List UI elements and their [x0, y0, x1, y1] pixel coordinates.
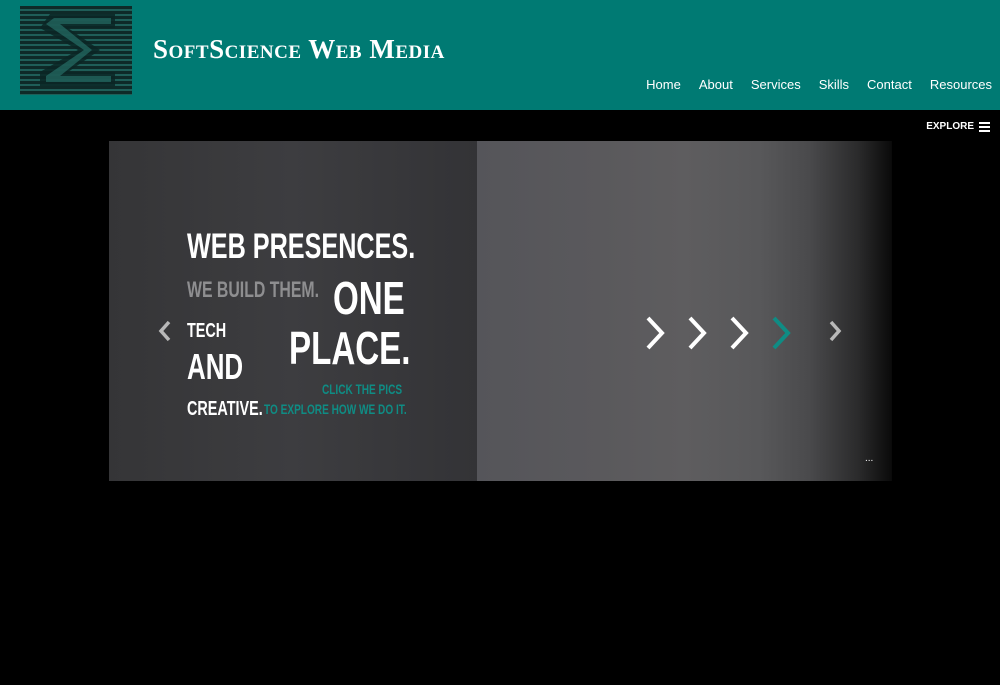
nav-home[interactable]: Home — [646, 77, 681, 92]
hamburger-menu-icon — [979, 121, 990, 132]
hero-slider: WEB PRESENCES. WE BUILD THEM. ONE TECH P… — [109, 141, 892, 481]
nav-skills[interactable]: Skills — [819, 77, 849, 92]
text-one: ONE — [333, 272, 405, 324]
site-logo[interactable] — [20, 6, 132, 95]
striped-s-logo-icon — [40, 14, 115, 86]
headline: WEB PRESENCES. — [187, 227, 416, 266]
nav-services[interactable]: Services — [751, 77, 801, 92]
explore-how-text: TO EXPLORE HOW WE DO IT. — [264, 401, 407, 417]
subline: WE BUILD THEM. — [187, 277, 319, 302]
slide-text-panel: WEB PRESENCES. WE BUILD THEM. ONE TECH P… — [109, 141, 477, 481]
text-tech: TECH — [187, 320, 227, 342]
text-place: PLACE. — [289, 322, 411, 374]
text-creative: CREATIVE. — [187, 398, 263, 420]
nav-resources[interactable]: Resources — [930, 77, 992, 92]
explore-label: EXPLORE — [926, 121, 974, 132]
site-title[interactable]: SoftScience Web Media — [153, 34, 445, 65]
text-and: AND — [187, 346, 244, 387]
click-the-pics-text: CLICK THE PICS — [322, 381, 403, 397]
chevrons-right-icon — [646, 316, 791, 350]
slide-dots: ... — [865, 453, 874, 464]
nav-contact[interactable]: Contact — [867, 77, 912, 92]
chevron-left-icon[interactable] — [157, 320, 173, 342]
site-header: SoftScience Web Media Home About Service… — [0, 0, 1000, 110]
chevron-right-icon[interactable] — [827, 320, 843, 342]
explore-menu-button[interactable]: EXPLORE — [926, 121, 990, 132]
slide-image-panel[interactable]: ... — [477, 141, 892, 481]
main-nav: Home About Services Skills Contact Resou… — [646, 77, 992, 92]
nav-about[interactable]: About — [699, 77, 733, 92]
